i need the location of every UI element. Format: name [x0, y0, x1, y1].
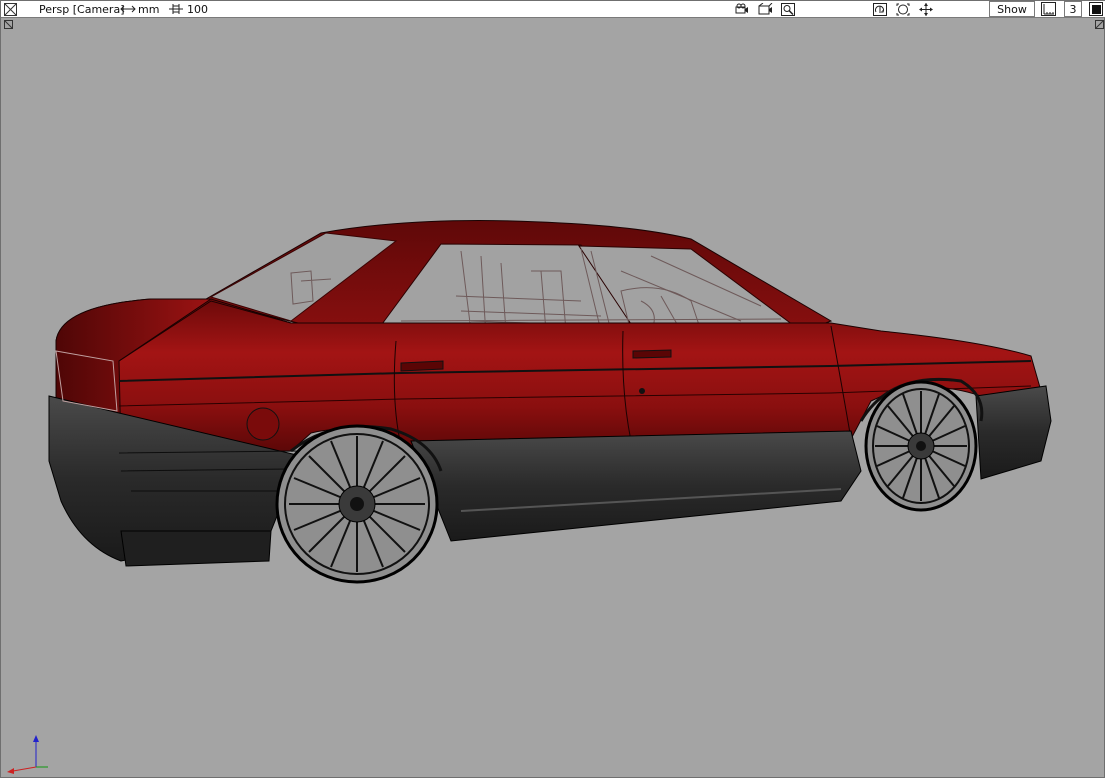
layer-number[interactable]: 3	[1064, 1, 1082, 17]
grid-indicator[interactable]: 100	[168, 1, 208, 17]
camera-tumble-icon[interactable]	[734, 2, 749, 16]
move-view-icon[interactable]	[919, 2, 934, 16]
units-indicator[interactable]: mm	[120, 1, 159, 17]
perspective-viewport[interactable]: Persp [Camera] mm 100 Show 3	[0, 0, 1105, 778]
axis-triad-icon	[7, 735, 48, 774]
camera-track-icon[interactable]	[758, 2, 773, 16]
zoom-icon[interactable]	[781, 2, 796, 16]
car-model[interactable]	[1, 18, 1105, 778]
frame-all-icon[interactable]	[896, 2, 911, 16]
ruler-icon[interactable]	[1041, 2, 1056, 16]
front-wheel	[864, 380, 978, 512]
maximize-icon[interactable]	[1088, 2, 1103, 16]
show-button[interactable]: Show	[989, 1, 1035, 17]
double-arrow-icon	[120, 5, 136, 13]
viewport-titlebar: Persp [Camera] mm 100 Show 3	[1, 1, 1105, 18]
rotate-view-icon[interactable]	[873, 2, 888, 16]
viewport-title: Persp [Camera]	[39, 2, 125, 16]
rear-wheel	[275, 424, 439, 584]
grid-snap-icon	[169, 4, 183, 14]
grid-label: 100	[187, 2, 208, 16]
units-label: mm	[138, 2, 160, 16]
close-icon[interactable]	[3, 2, 18, 16]
